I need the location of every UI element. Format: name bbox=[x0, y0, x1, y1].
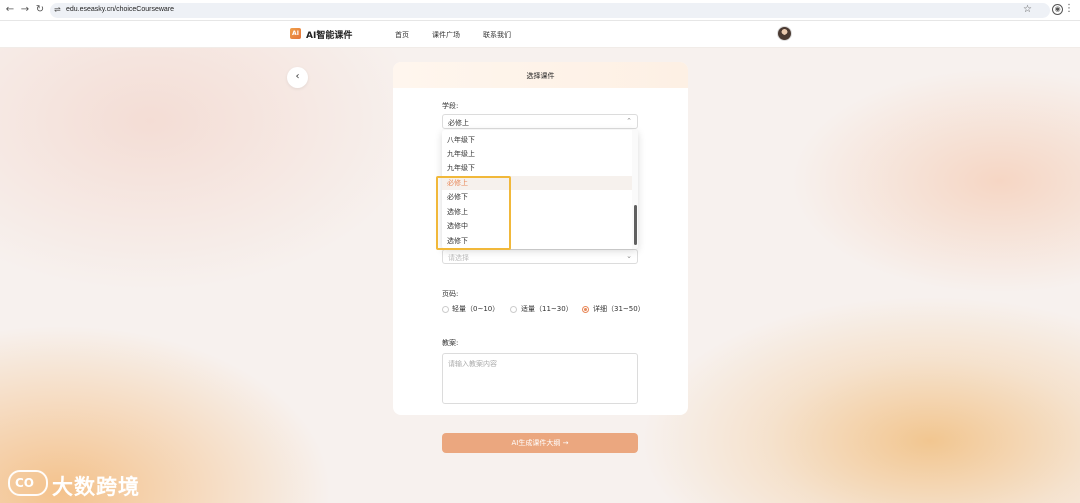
back-button[interactable]: ‹ bbox=[287, 67, 308, 88]
scrollbar-thumb[interactable] bbox=[634, 205, 637, 245]
back-arrow-icon[interactable]: ← bbox=[4, 4, 16, 16]
forward-arrow-icon[interactable]: → bbox=[19, 4, 31, 16]
browser-menu-icon[interactable]: ⋮ bbox=[1064, 3, 1074, 14]
radio-light[interactable] bbox=[442, 306, 449, 313]
radio-detailed[interactable] bbox=[582, 306, 589, 313]
logo-icon[interactable]: AI bbox=[290, 28, 301, 39]
nav-home[interactable]: 首页 bbox=[395, 30, 409, 40]
pages-label: 页码: bbox=[442, 290, 459, 298]
dropdown-option[interactable]: 九年级上 bbox=[442, 147, 632, 161]
stage-select[interactable]: 必修上 ⌃ bbox=[442, 114, 638, 129]
stage-select-value: 必修上 bbox=[448, 119, 469, 127]
user-avatar[interactable] bbox=[777, 26, 792, 41]
dropdown-scrollbar[interactable] bbox=[632, 130, 638, 249]
radio-moderate[interactable] bbox=[510, 306, 517, 313]
chevron-up-icon: ⌃ bbox=[626, 117, 632, 125]
secondary-select[interactable]: 请选择 ⌄ bbox=[442, 249, 638, 264]
radio-moderate-label[interactable]: 适量（11~30） bbox=[521, 304, 573, 314]
secondary-select-placeholder: 请选择 bbox=[448, 254, 469, 262]
plan-textarea-placeholder: 请输入教案内容 bbox=[448, 360, 497, 368]
card-title: 选择课件 bbox=[526, 72, 555, 80]
radio-detailed-label[interactable]: 详细（31~50） bbox=[593, 304, 645, 314]
browser-toolbar: ← → ↻ ⇌ edu.eseasky.cn/choiceCourseware … bbox=[0, 0, 1080, 21]
site-info-icon[interactable]: ⇌ bbox=[54, 5, 61, 14]
watermark-logo: CO bbox=[8, 470, 48, 496]
profile-icon[interactable]: ◉ bbox=[1052, 4, 1063, 15]
watermark-text: 大数跨境 bbox=[52, 475, 140, 499]
site-header: AI AI智能课件 首页 课件广场 联系我们 bbox=[0, 21, 1080, 48]
reload-icon[interactable]: ↻ bbox=[34, 4, 46, 16]
dropdown-option[interactable]: 八年级下 bbox=[442, 133, 632, 147]
card-header: 选择课件 bbox=[393, 62, 688, 88]
address-bar[interactable]: ⇌ edu.eseasky.cn/choiceCourseware ☆ bbox=[50, 3, 1050, 18]
dropdown-option[interactable]: 九年级下 bbox=[442, 161, 632, 175]
chevron-down-icon: ⌄ bbox=[626, 252, 632, 260]
bookmark-star-icon[interactable]: ☆ bbox=[1023, 4, 1032, 15]
generate-outline-button[interactable]: AI生成课件大纲 → bbox=[442, 433, 638, 453]
watermark-logo-text: CO bbox=[15, 476, 35, 490]
plan-textarea[interactable]: 请输入教案内容 bbox=[442, 353, 638, 404]
nav-contact-us[interactable]: 联系我们 bbox=[483, 30, 511, 40]
annotation-highlight-box bbox=[436, 176, 511, 250]
plan-label: 教案: bbox=[442, 339, 459, 347]
nav-courseware-plaza[interactable]: 课件广场 bbox=[432, 30, 460, 40]
url-text[interactable]: edu.eseasky.cn/choiceCourseware bbox=[66, 6, 174, 13]
logo-text[interactable]: AI智能课件 bbox=[306, 28, 352, 41]
stage-label: 学段: bbox=[442, 102, 459, 110]
radio-light-label[interactable]: 轻量（0~10） bbox=[452, 304, 499, 314]
